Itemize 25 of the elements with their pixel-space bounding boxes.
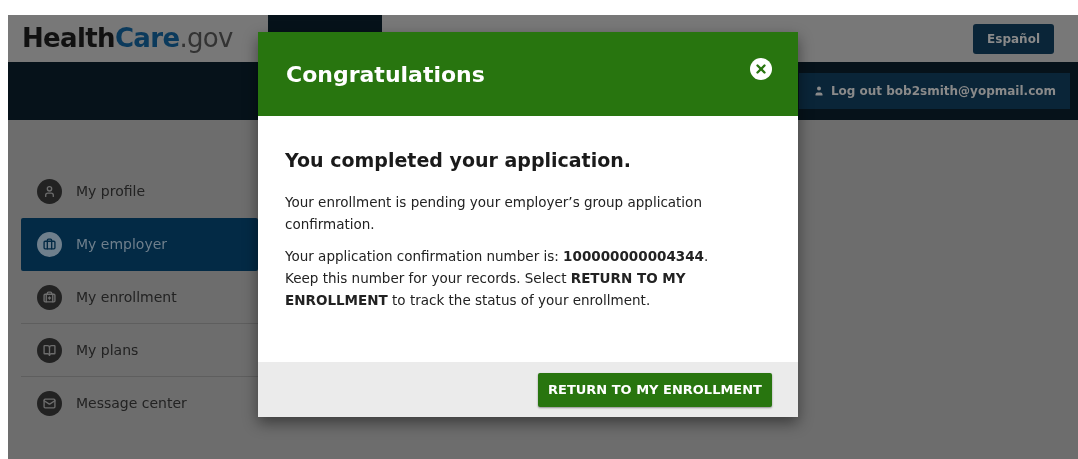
- close-button[interactable]: [750, 58, 772, 80]
- sidebar-label: Message center: [76, 394, 187, 413]
- profile-icon: [37, 179, 62, 204]
- modal-title: Congratulations: [286, 60, 485, 89]
- logout-button[interactable]: Log out bob2smith@yopmail.com: [798, 73, 1070, 109]
- sidebar-label: My plans: [76, 340, 139, 360]
- employer-icon: [37, 232, 62, 257]
- sidebar-item[interactable]: My employer: [21, 218, 258, 271]
- sidebar-item[interactable]: My plans: [21, 324, 258, 377]
- modal-paragraph: Your application confirmation number is: 100000000004344. Keep this number for your records. Select RETURN TO MY ENROLLMENT to track the status of your enrollment.: [285, 246, 710, 310]
- modal-heading: You completed your application.: [285, 148, 632, 173]
- language-button[interactable]: Español: [973, 23, 1054, 54]
- sidebar-item[interactable]: My profile: [21, 165, 258, 218]
- sidebar-label: My profile: [76, 182, 146, 201]
- enrollment-icon: [37, 284, 62, 310]
- sidebar-label: My employer: [76, 235, 168, 254]
- plans-icon: [37, 337, 62, 363]
- close-icon: [754, 62, 768, 76]
- sidebar-item[interactable]: Message center: [21, 377, 258, 430]
- sidebar-item[interactable]: My enrollment: [21, 271, 258, 324]
- modal-paragraph: Your enrollment is pending your employer’s group application confirmation.: [285, 192, 703, 234]
- return-button[interactable]: RETURN TO MY ENROLLMENT: [538, 372, 772, 407]
- messages-icon: [37, 391, 62, 416]
- sidebar-label: My enrollment: [76, 287, 177, 307]
- user-icon: [812, 85, 825, 97]
